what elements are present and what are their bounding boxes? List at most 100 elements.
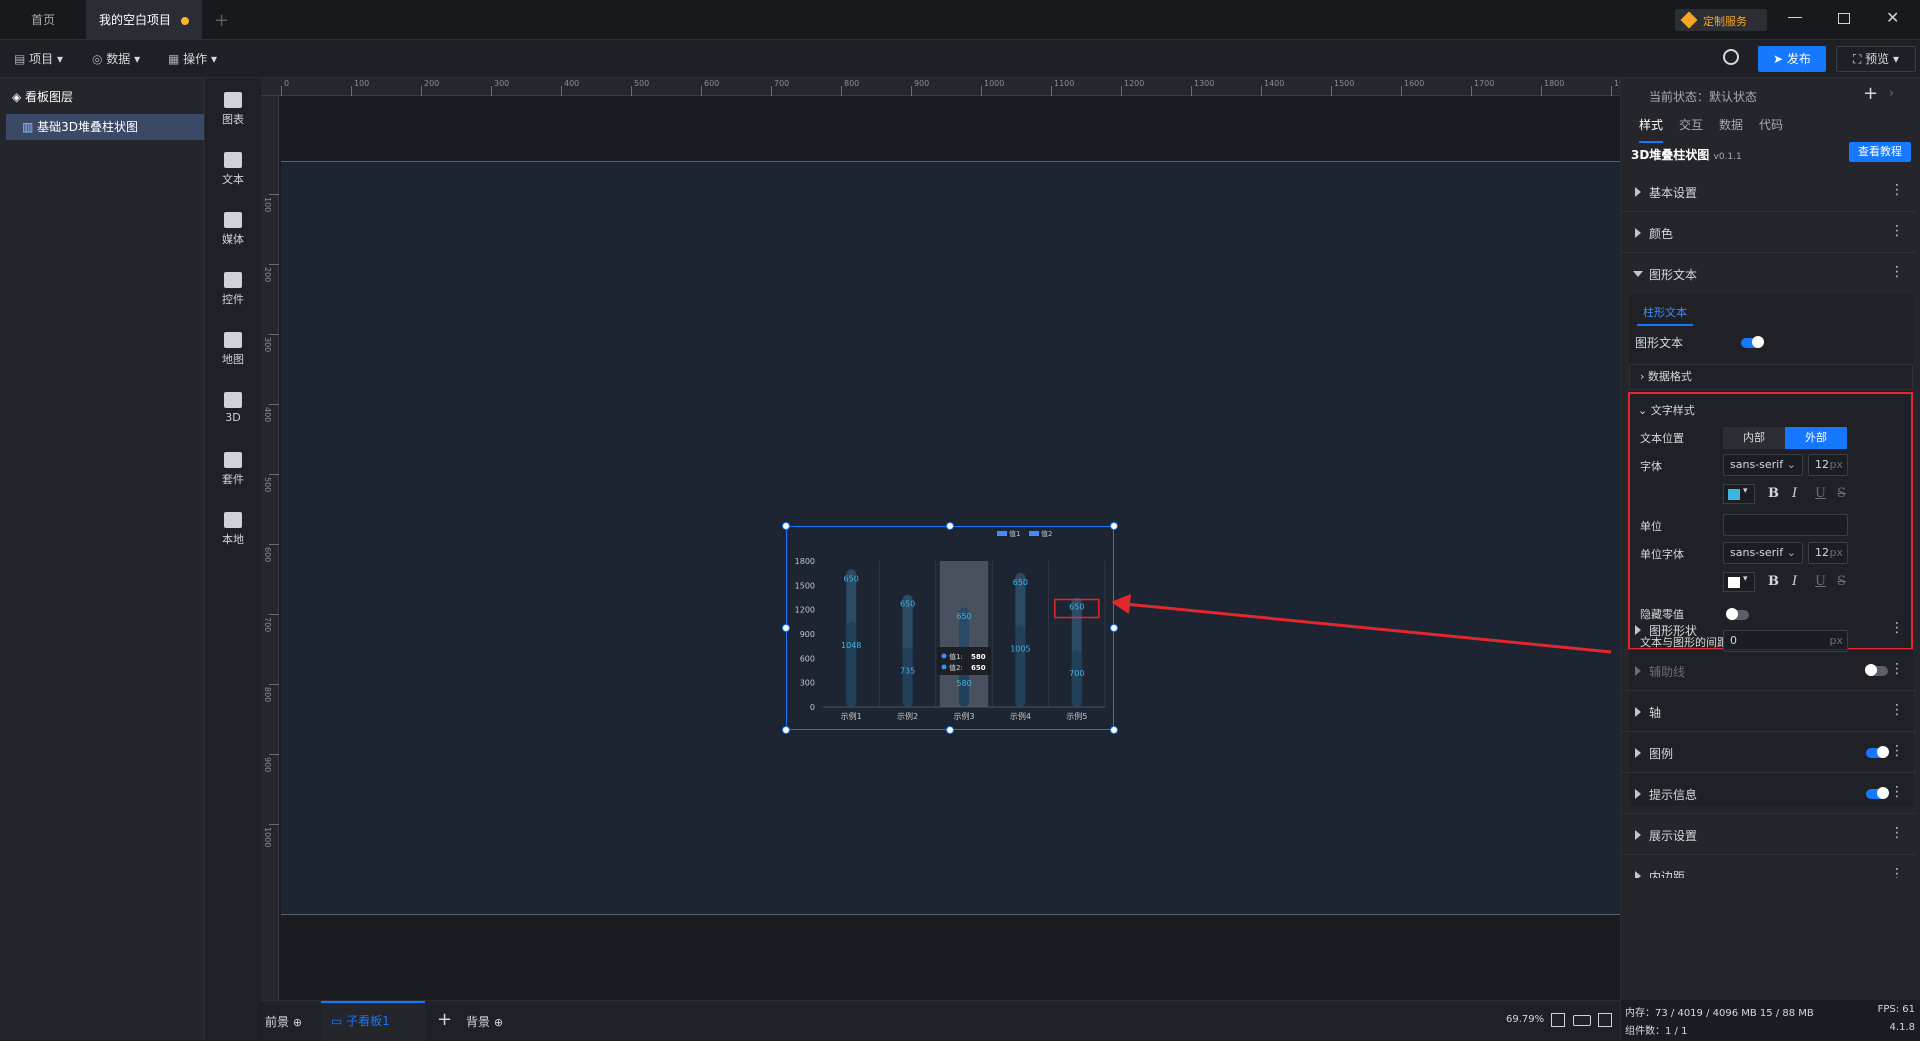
comp-3d[interactable]: 3D	[206, 392, 260, 424]
more-icon[interactable]: ⋮	[1890, 743, 1904, 759]
text-style-header[interactable]: ⌄ 文字样式	[1638, 402, 1695, 418]
canvas-area[interactable]: 0 100 200 300 400 500 600 700 800 900 1000 1100 1200…	[261, 78, 1634, 1000]
back-layer-tab[interactable]: 背景 ⊕	[466, 1013, 503, 1030]
more-icon[interactable]: ⋮	[1890, 620, 1904, 636]
resize-handle[interactable]	[1110, 522, 1118, 530]
resize-handle[interactable]	[946, 726, 954, 734]
subboard-label: 子看板1	[346, 1014, 390, 1028]
comp-map[interactable]: 地图	[206, 332, 260, 367]
more-icon[interactable]: ⋮	[1890, 182, 1904, 198]
underline-icon[interactable]: U	[1815, 574, 1826, 589]
section-guideline[interactable]: 辅助线 ⋮	[1621, 651, 1916, 691]
menu-data[interactable]: ◎ 数据 ▾	[92, 40, 140, 78]
publish-button[interactable]: ➤ 发布	[1758, 46, 1826, 72]
resize-handle[interactable]	[946, 522, 954, 530]
italic-icon[interactable]: I	[1792, 486, 1797, 501]
tutorial-button[interactable]: 查看教程	[1849, 142, 1911, 162]
custom-service-button[interactable]: 定制服务	[1675, 9, 1767, 31]
layer-item[interactable]: ▥ 基础3D堆叠柱状图	[6, 114, 204, 140]
strikethrough-icon[interactable]: S	[1837, 574, 1846, 589]
section-basic[interactable]: 基本设置 ⋮	[1621, 172, 1916, 212]
new-tab-icon[interactable]: +	[214, 10, 229, 31]
search-icon[interactable]	[1723, 49, 1739, 65]
preview-button[interactable]: ⛶ 预览 ▾	[1836, 46, 1916, 72]
chart-component[interactable]: 0 300 600 900 1200 1500 1800 650 1048 示例1 650 735 示例…	[786, 526, 1114, 730]
resize-handle[interactable]	[782, 624, 790, 632]
section-axis[interactable]: 轴 ⋮	[1621, 692, 1916, 732]
custom-service-label: 定制服务	[1703, 15, 1747, 28]
more-icon[interactable]: ⋮	[1890, 661, 1904, 677]
tab-project[interactable]: 我的空白项目	[86, 0, 202, 40]
fit-screen-icon[interactable]	[1551, 1013, 1565, 1027]
font-family-value: sans-serif	[1730, 458, 1784, 471]
chevron-right-icon[interactable]: ›	[1889, 86, 1894, 100]
section-graphic-text[interactable]: 图形文本 ⋮	[1621, 254, 1916, 294]
add-board-icon[interactable]: +	[437, 1009, 452, 1030]
y-tick-label: 300	[800, 679, 815, 688]
position-inner-button[interactable]: 内部	[1723, 427, 1785, 449]
tab-home[interactable]: 首页	[0, 0, 86, 40]
resize-handle[interactable]	[1110, 726, 1118, 734]
comp-local[interactable]: 本地	[206, 512, 260, 547]
font-color-picker[interactable]: ▾	[1723, 484, 1755, 504]
section-legend[interactable]: 图例 ⋮	[1621, 733, 1916, 773]
more-icon[interactable]: ⋮	[1890, 223, 1904, 239]
more-icon[interactable]: ⋮	[1890, 264, 1904, 280]
bold-icon[interactable]: B	[1768, 486, 1779, 501]
comp-media[interactable]: 媒体	[206, 212, 260, 247]
italic-icon[interactable]: I	[1792, 574, 1797, 589]
close-icon[interactable]: ✕	[1886, 8, 1899, 27]
y-tick-label: 1500	[795, 581, 815, 590]
unit-font-family-select[interactable]: sans-serif ⌄	[1723, 542, 1803, 564]
restore-icon[interactable]	[1838, 13, 1850, 24]
guideline-toggle[interactable]	[1865, 664, 1888, 676]
ruler-tick	[269, 614, 279, 615]
tab-data[interactable]: 数据	[1719, 116, 1743, 133]
section-tooltip[interactable]: 提示信息 ⋮	[1621, 774, 1916, 814]
section-shape[interactable]: 图形形状 ⋮	[1621, 610, 1916, 650]
more-icon[interactable]: ⋮	[1890, 702, 1904, 718]
comp-control[interactable]: 控件	[206, 272, 260, 307]
comp-kit[interactable]: 套件	[206, 452, 260, 487]
terminal-icon[interactable]	[1598, 1013, 1612, 1027]
unit-font-size-input[interactable]: 12 px	[1808, 542, 1848, 564]
caret-right-icon	[1635, 871, 1641, 878]
font-family-select[interactable]: sans-serif ⌄	[1723, 454, 1803, 476]
more-icon[interactable]: ⋮	[1890, 825, 1904, 841]
unit-input[interactable]	[1723, 514, 1848, 536]
tab-interaction[interactable]: 交互	[1679, 116, 1703, 133]
section-color[interactable]: 颜色 ⋮	[1621, 213, 1916, 253]
keyboard-icon[interactable]	[1573, 1015, 1591, 1026]
menu-operate[interactable]: ▦ 操作 ▾	[168, 40, 217, 78]
strikethrough-icon[interactable]: S	[1837, 486, 1846, 501]
more-icon[interactable]: ⋮	[1890, 866, 1904, 878]
minimize-icon[interactable]	[1788, 4, 1802, 18]
tab-code[interactable]: 代码	[1759, 116, 1783, 133]
dashboard-board[interactable]: 0 300 600 900 1200 1500 1800 650 1048 示例1 650 735 示例…	[281, 161, 1620, 915]
subboard-tab[interactable]: ▭ 子看板1	[321, 1001, 425, 1041]
subtab-bar-text[interactable]: 柱形文本	[1637, 300, 1693, 326]
front-layer-tab[interactable]: 前景 ⊕	[265, 1013, 302, 1030]
tab-style[interactable]: 样式	[1639, 116, 1664, 143]
bold-icon[interactable]: B	[1768, 574, 1779, 589]
section-padding[interactable]: 内边距 ⋮	[1621, 856, 1916, 878]
position-outer-button[interactable]: 外部	[1785, 427, 1847, 449]
underline-icon[interactable]: U	[1815, 486, 1826, 501]
comp-map-label: 地图	[222, 353, 244, 366]
legend-toggle[interactable]	[1866, 746, 1889, 758]
data-format-row[interactable]: › 数据格式	[1629, 364, 1913, 390]
more-icon[interactable]: ⋮	[1890, 784, 1904, 800]
graphic-text-toggle[interactable]	[1741, 336, 1764, 348]
resize-handle[interactable]	[782, 522, 790, 530]
font-size-input[interactable]: 12 px	[1808, 454, 1848, 476]
comp-chart[interactable]: 图表	[206, 92, 260, 127]
vertical-ruler: 100 200 300 400 500 600 700 800 900 1000	[261, 96, 279, 1000]
unit-color-picker[interactable]: ▾	[1723, 572, 1755, 592]
menu-project[interactable]: ▤ 项目 ▾	[14, 40, 63, 78]
section-display[interactable]: 展示设置 ⋮	[1621, 815, 1916, 855]
unit-font-size-value: 12	[1815, 546, 1829, 559]
comp-text[interactable]: 文本	[206, 152, 260, 187]
add-state-icon[interactable]: +	[1863, 83, 1878, 104]
tooltip-toggle[interactable]	[1866, 787, 1889, 799]
resize-handle[interactable]	[782, 726, 790, 734]
